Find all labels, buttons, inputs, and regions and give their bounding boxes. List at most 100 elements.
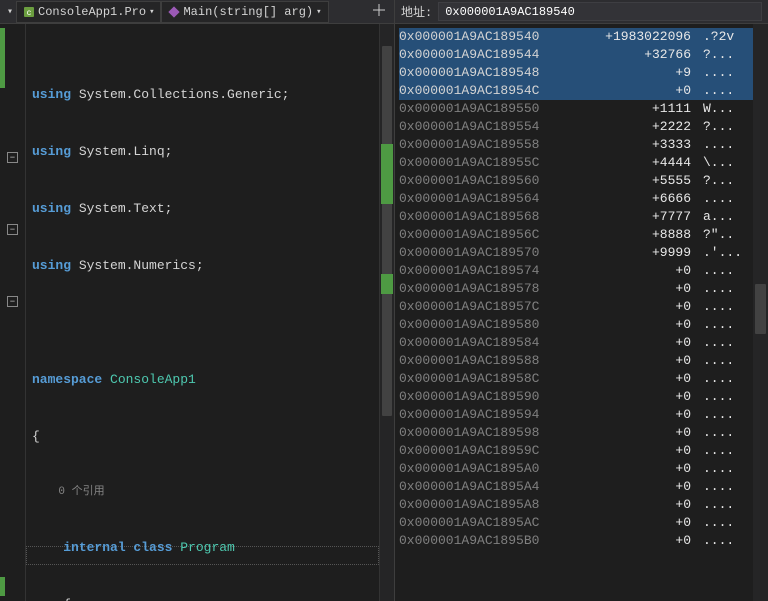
memory-value: +0	[583, 262, 703, 280]
editor-gutter[interactable]: − − −	[0, 24, 26, 601]
memory-value: +5555	[583, 172, 703, 190]
memory-value: +1111	[583, 100, 703, 118]
memory-row[interactable]: 0x000001A9AC1895B0+0....	[399, 532, 768, 550]
memory-view-pane: 地址: 0x000001A9AC189540+1983022096.?2v0x0…	[395, 0, 768, 601]
memory-row[interactable]: 0x000001A9AC189548+9....	[399, 64, 768, 82]
chevron-down-icon: ▾	[149, 7, 154, 17]
memory-address: 0x000001A9AC18955C	[399, 154, 583, 172]
memory-row[interactable]: 0x000001A9AC189578+0....	[399, 280, 768, 298]
memory-value: +0	[583, 370, 703, 388]
memory-address: 0x000001A9AC189568	[399, 208, 583, 226]
memory-row[interactable]: 0x000001A9AC189590+0....	[399, 388, 768, 406]
fold-glyph[interactable]: −	[7, 296, 18, 307]
memory-row[interactable]: 0x000001A9AC189584+0....	[399, 334, 768, 352]
memory-value: +0	[583, 460, 703, 478]
method-icon	[168, 6, 180, 18]
memory-address: 0x000001A9AC18956C	[399, 226, 583, 244]
memory-address: 0x000001A9AC18958C	[399, 370, 583, 388]
memory-address: 0x000001A9AC18959C	[399, 442, 583, 460]
memory-value: +1983022096	[583, 28, 703, 46]
memory-value: +9999	[583, 244, 703, 262]
memory-address: 0x000001A9AC189584	[399, 334, 583, 352]
memory-value: +0	[583, 82, 703, 100]
memory-scrollbar[interactable]	[753, 24, 768, 601]
memory-row[interactable]: 0x000001A9AC18958C+0....	[399, 370, 768, 388]
memory-address: 0x000001A9AC189540	[399, 28, 583, 46]
memory-row[interactable]: 0x000001A9AC189598+0....	[399, 424, 768, 442]
memory-value: +6666	[583, 190, 703, 208]
fold-glyph[interactable]: −	[7, 224, 18, 235]
chevron-down-icon: ▾	[316, 7, 321, 17]
memory-value: +9	[583, 64, 703, 82]
csharp-file-icon: c	[23, 6, 35, 18]
fold-glyph[interactable]: −	[7, 152, 18, 163]
memory-row[interactable]: 0x000001A9AC189588+0....	[399, 352, 768, 370]
memory-value: +0	[583, 352, 703, 370]
editor-breadcrumb: ▾ c ConsoleApp1.Pro ▾ Main(string[] arg)…	[0, 0, 394, 24]
memory-value: +0	[583, 514, 703, 532]
memory-address: 0x000001A9AC1895A4	[399, 478, 583, 496]
class-codelens[interactable]: 0 个引用	[58, 486, 104, 498]
memory-address: 0x000001A9AC189570	[399, 244, 583, 262]
memory-row[interactable]: 0x000001A9AC189564+6666....	[399, 190, 768, 208]
memory-row[interactable]: 0x000001A9AC189574+0....	[399, 262, 768, 280]
memory-row[interactable]: 0x000001A9AC1895A0+0....	[399, 460, 768, 478]
nav-left-icon[interactable]: ▾	[4, 6, 16, 18]
memory-row[interactable]: 0x000001A9AC18959C+0....	[399, 442, 768, 460]
memory-row[interactable]: 0x000001A9AC18957C+0....	[399, 298, 768, 316]
memory-value: +0	[583, 532, 703, 550]
memory-value: +0	[583, 334, 703, 352]
svg-text:c: c	[27, 9, 32, 18]
memory-value: +0	[583, 280, 703, 298]
memory-row[interactable]: 0x000001A9AC189544+32766?...	[399, 46, 768, 64]
memory-row[interactable]: 0x000001A9AC18956C+8888?"..	[399, 226, 768, 244]
memory-value: +0	[583, 388, 703, 406]
memory-value: +0	[583, 316, 703, 334]
memory-row[interactable]: 0x000001A9AC189570+9999.'...	[399, 244, 768, 262]
memory-value: +4444	[583, 154, 703, 172]
memory-row[interactable]: 0x000001A9AC189550+1111W...	[399, 100, 768, 118]
memory-row[interactable]: 0x000001A9AC189568+7777a...	[399, 208, 768, 226]
memory-address: 0x000001A9AC189560	[399, 172, 583, 190]
code-editor-pane: ▾ c ConsoleApp1.Pro ▾ Main(string[] arg)…	[0, 0, 395, 601]
memory-value: +7777	[583, 208, 703, 226]
memory-address: 0x000001A9AC18957C	[399, 298, 583, 316]
memory-row[interactable]: 0x000001A9AC189580+0....	[399, 316, 768, 334]
memory-row[interactable]: 0x000001A9AC189560+5555?...	[399, 172, 768, 190]
memory-address: 0x000001A9AC189590	[399, 388, 583, 406]
memory-address: 0x000001A9AC189550	[399, 100, 583, 118]
memory-address: 0x000001A9AC18954C	[399, 82, 583, 100]
memory-value: +0	[583, 478, 703, 496]
memory-body[interactable]: 0x000001A9AC189540+1983022096.?2v0x00000…	[395, 24, 768, 601]
file-scope-tab[interactable]: c ConsoleApp1.Pro ▾	[16, 1, 161, 23]
memory-row[interactable]: 0x000001A9AC18954C+0....	[399, 82, 768, 100]
method-scope-tab[interactable]: Main(string[] arg) ▾	[161, 1, 328, 23]
memory-address: 0x000001A9AC1895A0	[399, 460, 583, 478]
memory-value: +0	[583, 442, 703, 460]
memory-value: +0	[583, 424, 703, 442]
memory-header: 地址:	[395, 0, 768, 24]
memory-value: +3333	[583, 136, 703, 154]
memory-row[interactable]: 0x000001A9AC1895A4+0....	[399, 478, 768, 496]
split-icon[interactable]	[368, 3, 390, 21]
memory-row[interactable]: 0x000001A9AC18955C+4444\...	[399, 154, 768, 172]
code-content[interactable]: using System.Collections.Generic; using …	[26, 24, 394, 601]
memory-address: 0x000001A9AC189580	[399, 316, 583, 334]
file-scope-label: ConsoleApp1.Pro	[38, 5, 146, 19]
memory-address: 0x000001A9AC189558	[399, 136, 583, 154]
memory-row[interactable]: 0x000001A9AC189558+3333....	[399, 136, 768, 154]
memory-address: 0x000001A9AC1895A8	[399, 496, 583, 514]
memory-row[interactable]: 0x000001A9AC189594+0....	[399, 406, 768, 424]
memory-row[interactable]: 0x000001A9AC1895A8+0....	[399, 496, 768, 514]
memory-value: +0	[583, 496, 703, 514]
memory-value: +8888	[583, 226, 703, 244]
memory-row[interactable]: 0x000001A9AC189540+1983022096.?2v	[399, 28, 768, 46]
memory-value: +32766	[583, 46, 703, 64]
memory-address: 0x000001A9AC189574	[399, 262, 583, 280]
memory-row[interactable]: 0x000001A9AC189554+2222?...	[399, 118, 768, 136]
address-label: 地址:	[401, 3, 432, 20]
code-editor[interactable]: − − − using System.Collections.Generic; …	[0, 24, 394, 601]
memory-row[interactable]: 0x000001A9AC1895AC+0....	[399, 514, 768, 532]
address-input[interactable]	[438, 2, 762, 21]
editor-scrollbar[interactable]	[379, 24, 394, 601]
